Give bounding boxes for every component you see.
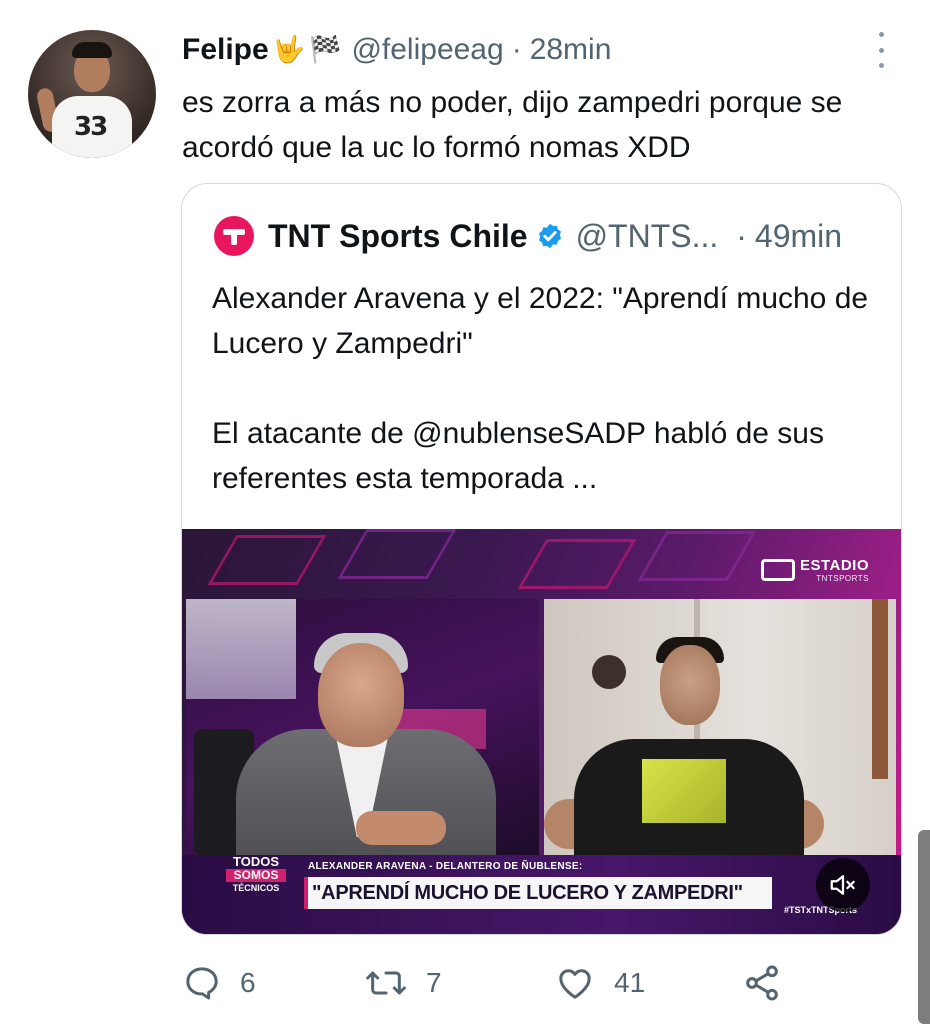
video-lower-third: TODOS SOMOS TÉCNICOS ALEXANDER ARAVENA -… (182, 855, 901, 934)
quoted-text-paragraph-2: El atacante de @nublenseSADP habló de su… (212, 417, 824, 495)
rock-hand-emoji: 🤟 (272, 35, 306, 65)
like-icon (559, 969, 591, 999)
quoted-tweet-header: TNT Sports Chile @TNTS... · 49min (214, 214, 842, 258)
reply-button[interactable]: 6 (182, 958, 256, 1008)
quoted-author-name: TNT Sports Chile (268, 217, 528, 254)
quoted-tweet-card[interactable]: TNT Sports Chile @TNTS... · 49min Alexan… (181, 183, 902, 935)
scrollbar-thumb[interactable] (918, 830, 930, 1024)
like-count: 41 (614, 967, 646, 998)
quoted-tweet-timestamp: 49min (754, 217, 843, 254)
retweet-button[interactable]: 7 (364, 958, 442, 1008)
reply-count: 6 (240, 967, 256, 998)
show-logo-line-3: TÉCNICOS (232, 883, 280, 893)
checkered-flag-emoji: 🏁 (309, 35, 342, 65)
author-avatar[interactable]: 33 (28, 30, 156, 158)
verified-icon (538, 223, 561, 249)
reply-icon (186, 967, 218, 1000)
share-button[interactable] (742, 958, 782, 1008)
mute-button[interactable] (816, 858, 870, 912)
show-logo: TODOS SOMOS TÉCNICOS (226, 855, 286, 917)
like-button[interactable]: 41 (554, 958, 645, 1008)
avatar-jersey-number: 33 (74, 112, 108, 142)
author-display-name[interactable]: Felipe (182, 33, 269, 67)
retweet-count: 7 (426, 967, 442, 998)
mute-icon (830, 875, 855, 895)
lower-third-headline: "APRENDÍ MUCHO DE LUCERO Y ZAMPEDRI" (304, 877, 772, 909)
show-logo-line-2: SOMOS (226, 869, 286, 882)
header-separator: · (511, 33, 522, 66)
quoted-author-avatar (214, 216, 254, 256)
quoted-video-media[interactable]: ESTADIO TNTSPORTS TODOS SOMOS TÉCNICOS A… (182, 529, 901, 934)
tweet-timestamp[interactable]: 28min (530, 33, 612, 67)
channel-logo-text: ESTADIO (799, 557, 869, 574)
author-handle[interactable]: @felipeeag (351, 33, 503, 67)
show-logo-line-1: TODOS (233, 854, 279, 869)
estadio-logo-icon (761, 559, 795, 581)
quoted-header-separator: · (736, 217, 747, 254)
video-panel-guest (544, 599, 896, 855)
channel-logo-subtext: TNTSPORTS (816, 574, 869, 583)
lower-third-caption: ALEXANDER ARAVENA - DELANTERO DE ÑUBLENS… (308, 861, 583, 872)
retweet-icon (366, 971, 406, 995)
channel-logo: ESTADIO TNTSPORTS (800, 557, 869, 583)
avatar-hair (72, 42, 112, 58)
quoted-tweet-text: Alexander Aravena y el 2022: "Aprendí mu… (212, 276, 882, 501)
quoted-author-handle: @TNTS... (575, 217, 719, 254)
video-panel-studio (186, 599, 539, 855)
tweet-actions: 6 7 41 (182, 958, 882, 1008)
tweet-header: Felipe 🤟 🏁 @felipeeag · 28min (182, 28, 611, 72)
share-icon (746, 965, 778, 1001)
tweet-text: es zorra a más no poder, dijo zampedri p… (182, 86, 843, 164)
quoted-text-paragraph-1: Alexander Aravena y el 2022: "Aprendí mu… (212, 282, 869, 360)
more-icon[interactable] (874, 32, 888, 68)
